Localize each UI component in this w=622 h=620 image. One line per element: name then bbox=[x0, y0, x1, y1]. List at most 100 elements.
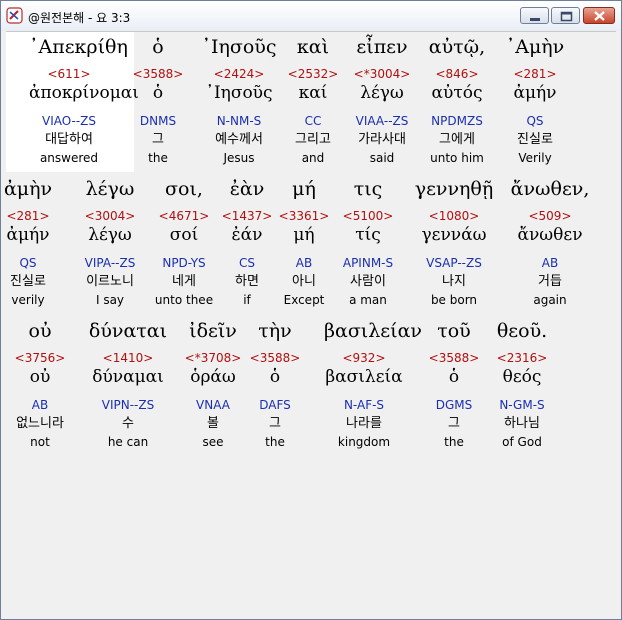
english-gloss: I say bbox=[95, 293, 125, 307]
english-gloss: answered bbox=[39, 151, 99, 165]
english-gloss: said bbox=[369, 151, 395, 165]
korean-gloss: 나라를 bbox=[346, 416, 382, 431]
korean-gloss: 그리고 bbox=[295, 132, 331, 147]
greek-text: ᾿Αμὴν bbox=[505, 36, 565, 58]
greek-text: ἀμὴν bbox=[3, 178, 53, 200]
strong-number: <1080> bbox=[428, 209, 480, 223]
english-gloss: and bbox=[301, 151, 325, 165]
parsing-code: NPDMZS bbox=[431, 114, 483, 128]
bible-app-icon[interactable] bbox=[6, 7, 23, 24]
english-gloss: a man bbox=[349, 293, 387, 307]
lexical-form: ὁ bbox=[269, 367, 281, 387]
greek-text: εἶπεν bbox=[356, 36, 408, 58]
lexical-form: τίς bbox=[355, 225, 381, 245]
lexical-form: λέγω bbox=[88, 225, 132, 245]
strong-number: <846> bbox=[435, 67, 479, 81]
parsing-code: DAFS bbox=[259, 398, 291, 412]
strong-number: <1410> bbox=[102, 351, 154, 365]
greek-text: λέγω bbox=[85, 178, 135, 200]
greek-text: οὐ bbox=[28, 320, 52, 342]
lexical-form: ἄνωθεν bbox=[517, 225, 583, 245]
greek-text: ὁ bbox=[152, 36, 164, 58]
korean-gloss: 거듭 bbox=[538, 274, 562, 289]
strong-number: <509> bbox=[528, 209, 572, 223]
strong-number: <2424> bbox=[213, 67, 265, 81]
lexical-form: λέγω bbox=[360, 83, 404, 103]
strong-number: <2532> bbox=[287, 67, 339, 81]
strong-number: <3588> bbox=[249, 351, 301, 365]
strong-number: <281> bbox=[513, 67, 557, 81]
lexical-form: ὁ bbox=[152, 83, 164, 103]
parsing-code: N-AF-S bbox=[343, 398, 385, 412]
parsing-code: APINM-S bbox=[342, 256, 394, 270]
parsing-code: VIPA--ZS bbox=[84, 256, 136, 270]
greek-text: τις bbox=[353, 178, 383, 200]
strong-number: <932> bbox=[342, 351, 386, 365]
strong-number: <611> bbox=[47, 67, 91, 81]
korean-gloss: 진실로 bbox=[517, 132, 553, 147]
english-gloss: verily bbox=[11, 293, 45, 307]
english-gloss: Jesus bbox=[223, 151, 255, 165]
korean-gloss: 이르노니 bbox=[86, 274, 134, 289]
app-window: @원전본해 - 요 3:3 ᾿Απεκρίθη <611> ἀποκρίνομαι V… bbox=[0, 0, 622, 620]
lexical-form: ᾿Ιησοῦς bbox=[205, 83, 273, 103]
korean-gloss: 진실로 bbox=[10, 274, 46, 289]
korean-gloss: 나지 bbox=[442, 274, 466, 289]
strong-number: <2316> bbox=[496, 351, 548, 365]
minimize-button[interactable] bbox=[520, 7, 549, 24]
greek-text: γεννηθῇ bbox=[414, 178, 494, 200]
strong-number: <3756> bbox=[14, 351, 66, 365]
english-gloss: unto him bbox=[430, 151, 484, 165]
strong-number: <3004> bbox=[84, 209, 136, 223]
english-gloss: he can bbox=[107, 435, 149, 449]
greek-text: βασιλείαν bbox=[324, 320, 422, 342]
korean-gloss: 대답하여 bbox=[45, 132, 93, 147]
parsing-code: N-NM-S bbox=[216, 114, 262, 128]
parsing-code: AB bbox=[31, 398, 49, 412]
korean-gloss: 없느니라 bbox=[16, 416, 64, 431]
english-gloss: of God bbox=[502, 435, 542, 449]
korean-gloss: 예수께서 bbox=[215, 132, 263, 147]
greek-text: δύναται bbox=[88, 320, 168, 342]
parsing-code: VIAA--ZS bbox=[355, 114, 409, 128]
window-title: @원전본해 - 요 3:3 bbox=[28, 11, 131, 25]
lexical-form: βασιλεία bbox=[325, 367, 403, 387]
korean-gloss: 그 bbox=[152, 132, 164, 147]
parsing-code: VIPN--ZS bbox=[101, 398, 155, 412]
title-bar[interactable]: @원전본해 - 요 3:3 bbox=[1, 1, 621, 31]
maximize-button[interactable] bbox=[551, 7, 580, 24]
english-gloss: again bbox=[533, 293, 567, 307]
greek-text: ἄνωθεν, bbox=[510, 178, 590, 200]
minimize-icon bbox=[530, 18, 540, 21]
lexical-form: γεννάω bbox=[421, 225, 487, 245]
greek-text: τὴν bbox=[258, 320, 292, 342]
english-gloss: be born bbox=[430, 293, 478, 307]
strong-number: <5100> bbox=[342, 209, 394, 223]
interlinear-view[interactable]: ᾿Απεκρίθη <611> ἀποκρίνομαι VIAO--ZS 대답하여 ans… bbox=[4, 31, 616, 615]
parsing-code: AB bbox=[541, 256, 559, 270]
lexical-form: θεός bbox=[502, 367, 542, 387]
maximize-icon bbox=[560, 11, 573, 22]
parsing-code: VIAO--ZS bbox=[41, 114, 97, 128]
korean-gloss: 그에게 bbox=[439, 132, 475, 147]
greek-text: ᾿Ιησοῦς bbox=[201, 36, 277, 58]
greek-text: ᾿Απεκρίθη bbox=[29, 36, 128, 58]
close-button[interactable] bbox=[583, 7, 615, 24]
korean-gloss: 그 bbox=[269, 416, 281, 431]
lexical-form: ἀμήν bbox=[6, 225, 50, 245]
english-gloss: the bbox=[265, 435, 285, 449]
korean-gloss: 사람이 bbox=[350, 274, 386, 289]
lexical-form: δύναμαι bbox=[92, 367, 164, 387]
lexical-form: οὐ bbox=[29, 367, 51, 387]
korean-gloss: 수 bbox=[122, 416, 134, 431]
greek-text: καὶ bbox=[296, 36, 330, 58]
greek-text: θεοῦ. bbox=[496, 320, 548, 342]
parsing-code: DNMS bbox=[139, 114, 177, 128]
greek-text: αὐτῷ, bbox=[428, 36, 486, 58]
parsing-code: CC bbox=[304, 114, 322, 128]
lexical-form: αὐτός bbox=[431, 83, 483, 103]
english-gloss: the bbox=[148, 151, 168, 165]
parsing-code: N-GM-S bbox=[499, 398, 545, 412]
english-gloss: Verily bbox=[518, 151, 552, 165]
english-gloss: not bbox=[30, 435, 50, 449]
